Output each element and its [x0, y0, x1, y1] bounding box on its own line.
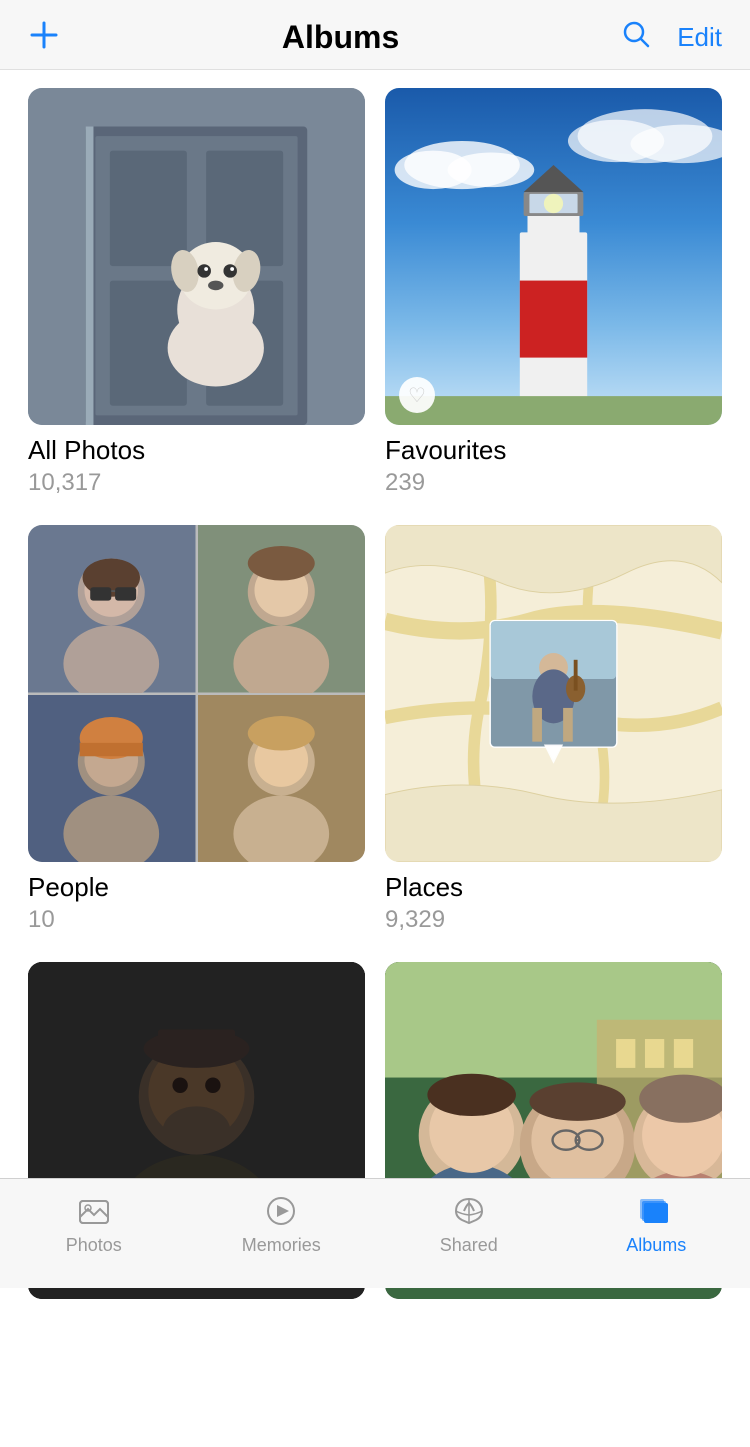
album-thumbnail: [385, 525, 722, 862]
tab-albums[interactable]: Albums: [596, 1193, 716, 1256]
people-photo-2: [198, 525, 366, 693]
people-photo-3: [28, 695, 196, 863]
tab-albums-label: Albums: [626, 1235, 686, 1256]
add-album-button[interactable]: [24, 15, 64, 61]
albums-icon: [638, 1193, 674, 1229]
album-name: All Photos: [28, 435, 365, 466]
album-name: People: [28, 872, 365, 903]
album-count: 239: [385, 469, 722, 497]
album-thumbnail: [28, 88, 365, 425]
search-button[interactable]: [617, 15, 655, 60]
people-photo-4: [198, 695, 366, 863]
album-count: 10,317: [28, 469, 365, 497]
tab-photos-label: Photos: [66, 1235, 122, 1256]
tab-photos[interactable]: Photos: [34, 1193, 154, 1256]
tab-memories[interactable]: Memories: [221, 1193, 341, 1256]
album-count: 10: [28, 906, 365, 934]
tab-memories-label: Memories: [242, 1235, 321, 1256]
album-thumbnail: [28, 525, 365, 862]
tab-bar: Photos Memories Shared Albums: [0, 1178, 750, 1288]
album-thumbnail: ♡: [385, 88, 722, 425]
album-name: Places: [385, 872, 722, 903]
photos-icon: [76, 1193, 112, 1229]
album-all-photos[interactable]: All Photos 10,317: [18, 88, 375, 525]
edit-button[interactable]: Edit: [673, 18, 726, 57]
album-favourites[interactable]: ♡ Favourites 239: [375, 88, 732, 525]
heart-badge: ♡: [399, 377, 435, 413]
shared-icon: [451, 1193, 487, 1229]
tab-shared-label: Shared: [440, 1235, 498, 1256]
album-people[interactable]: People 10: [18, 525, 375, 962]
page-title: Albums: [282, 19, 399, 56]
header: Albums Edit: [0, 0, 750, 70]
album-count: 9,329: [385, 906, 722, 934]
album-places[interactable]: Places 9,329: [375, 525, 732, 962]
people-photo-1: [28, 525, 196, 693]
albums-grid: All Photos 10,317: [0, 70, 750, 1327]
tab-shared[interactable]: Shared: [409, 1193, 529, 1256]
album-name: Favourites: [385, 435, 722, 466]
memories-icon: [263, 1193, 299, 1229]
